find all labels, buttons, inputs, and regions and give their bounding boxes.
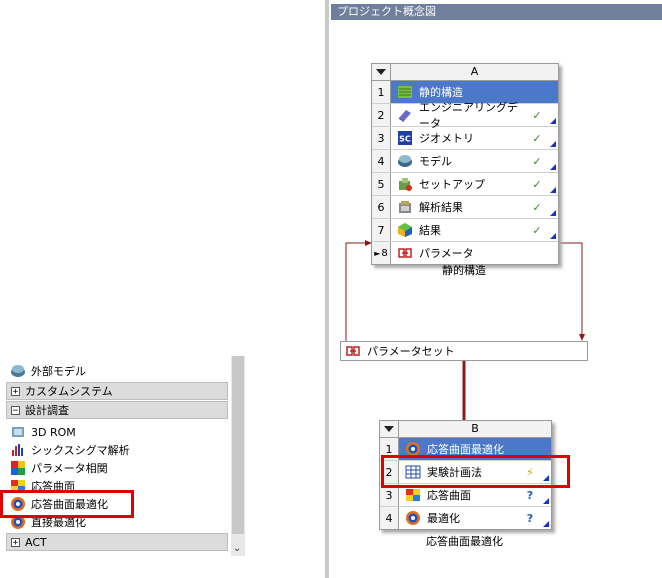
svg-text:SC: SC — [399, 135, 411, 144]
cell-label: パラメータ — [419, 247, 474, 260]
check-icon: ✓ — [532, 177, 542, 191]
cell-label: 静的構造 — [419, 86, 463, 99]
check-icon: ✓ — [532, 154, 542, 168]
cell-a5[interactable]: 5 セットアップ ✓ — [372, 173, 558, 196]
parameter-set-bar[interactable]: パラメータセット — [340, 341, 588, 361]
cell-number: 1 — [372, 81, 391, 103]
cell-number: 2 — [372, 104, 391, 126]
cell-number-text: 8 — [381, 247, 388, 259]
cell-a6[interactable]: 6 解析結果 ✓ — [372, 196, 558, 219]
schematic-connectors — [345, 240, 585, 420]
arrow-head-out — [579, 334, 585, 341]
corner-indicator-icon — [550, 210, 556, 216]
cell-a4[interactable]: 4 モデル ✓ — [372, 150, 558, 173]
check-icon: ✓ — [532, 223, 542, 237]
corner-indicator-icon — [543, 521, 549, 527]
cell-label: 応答曲面 — [427, 489, 471, 502]
cell-number: 6 — [372, 196, 391, 218]
system-letter: B — [471, 422, 479, 435]
cell-number: 5 — [372, 173, 391, 195]
highlight-box-doe — [381, 455, 570, 488]
system-menu-icon[interactable] — [372, 64, 391, 80]
system-a-header[interactable]: A — [372, 64, 558, 81]
corner-indicator-icon — [550, 233, 556, 239]
corner-indicator-icon — [550, 141, 556, 147]
cell-a3[interactable]: 3 SC ジオメトリ ✓ — [372, 127, 558, 150]
system-b-header[interactable]: B — [380, 421, 551, 438]
cell-a8[interactable]: ► 8 パラメータ — [372, 242, 558, 264]
cell-a2[interactable]: 2 エンジニアリングデータ ✓ — [372, 101, 558, 130]
system-letter: A — [470, 65, 479, 78]
link-param-out — [558, 242, 583, 337]
corner-indicator-icon — [550, 187, 556, 193]
geometry-icon: SC — [398, 131, 412, 145]
corner-indicator-icon — [550, 164, 556, 170]
system-b-caption[interactable]: 応答曲面最適化 — [379, 533, 550, 549]
cell-label: 解析結果 — [419, 201, 463, 214]
corner-indicator-icon — [550, 118, 556, 124]
cell-label: 最適化 — [427, 512, 460, 525]
system-a[interactable]: A 1 静的構造 2 エンジニアリングデータ ✓ 3 SC ジオメトリ ✓ 4 … — [371, 63, 559, 265]
optimization-icon — [406, 511, 420, 525]
check-icon: ✓ — [532, 131, 542, 145]
cell-label: ジオメトリ — [419, 132, 474, 145]
engineering-data-icon — [399, 110, 411, 122]
check-icon: ✓ — [532, 200, 542, 214]
setup-icon — [399, 178, 412, 191]
results-icon — [398, 223, 412, 237]
unfulfilled-icon: ? — [526, 511, 534, 525]
cell-label: モデル — [419, 155, 452, 168]
cell-label: セットアップ — [419, 178, 485, 191]
parameter-set-icon — [346, 346, 360, 356]
system-a-caption[interactable]: 静的構造 — [371, 262, 557, 278]
cell-number: 3 — [372, 127, 391, 149]
cell-label: 結果 — [419, 224, 441, 237]
parameter-set-label: パラメータセット — [367, 345, 455, 358]
system-menu-icon[interactable] — [380, 421, 399, 437]
link-arrow-icon: ► — [374, 248, 381, 258]
parameter-icon — [398, 248, 412, 258]
static-structural-icon — [398, 86, 412, 98]
cell-a7[interactable]: 7 結果 ✓ — [372, 219, 558, 242]
solution-icon — [399, 201, 411, 213]
cell-number: ► 8 — [372, 242, 391, 264]
check-icon: ✓ — [532, 108, 542, 122]
response-surface-icon — [406, 489, 420, 501]
link-param-in — [345, 242, 372, 345]
cell-number: 4 — [380, 507, 399, 529]
model-icon — [398, 155, 412, 167]
corner-indicator-icon — [543, 498, 549, 504]
unfulfilled-icon: ? — [526, 488, 534, 502]
cell-number: 4 — [372, 150, 391, 172]
cell-b4[interactable]: 4 最適化 ? — [380, 507, 551, 529]
cell-number: 7 — [372, 219, 391, 241]
